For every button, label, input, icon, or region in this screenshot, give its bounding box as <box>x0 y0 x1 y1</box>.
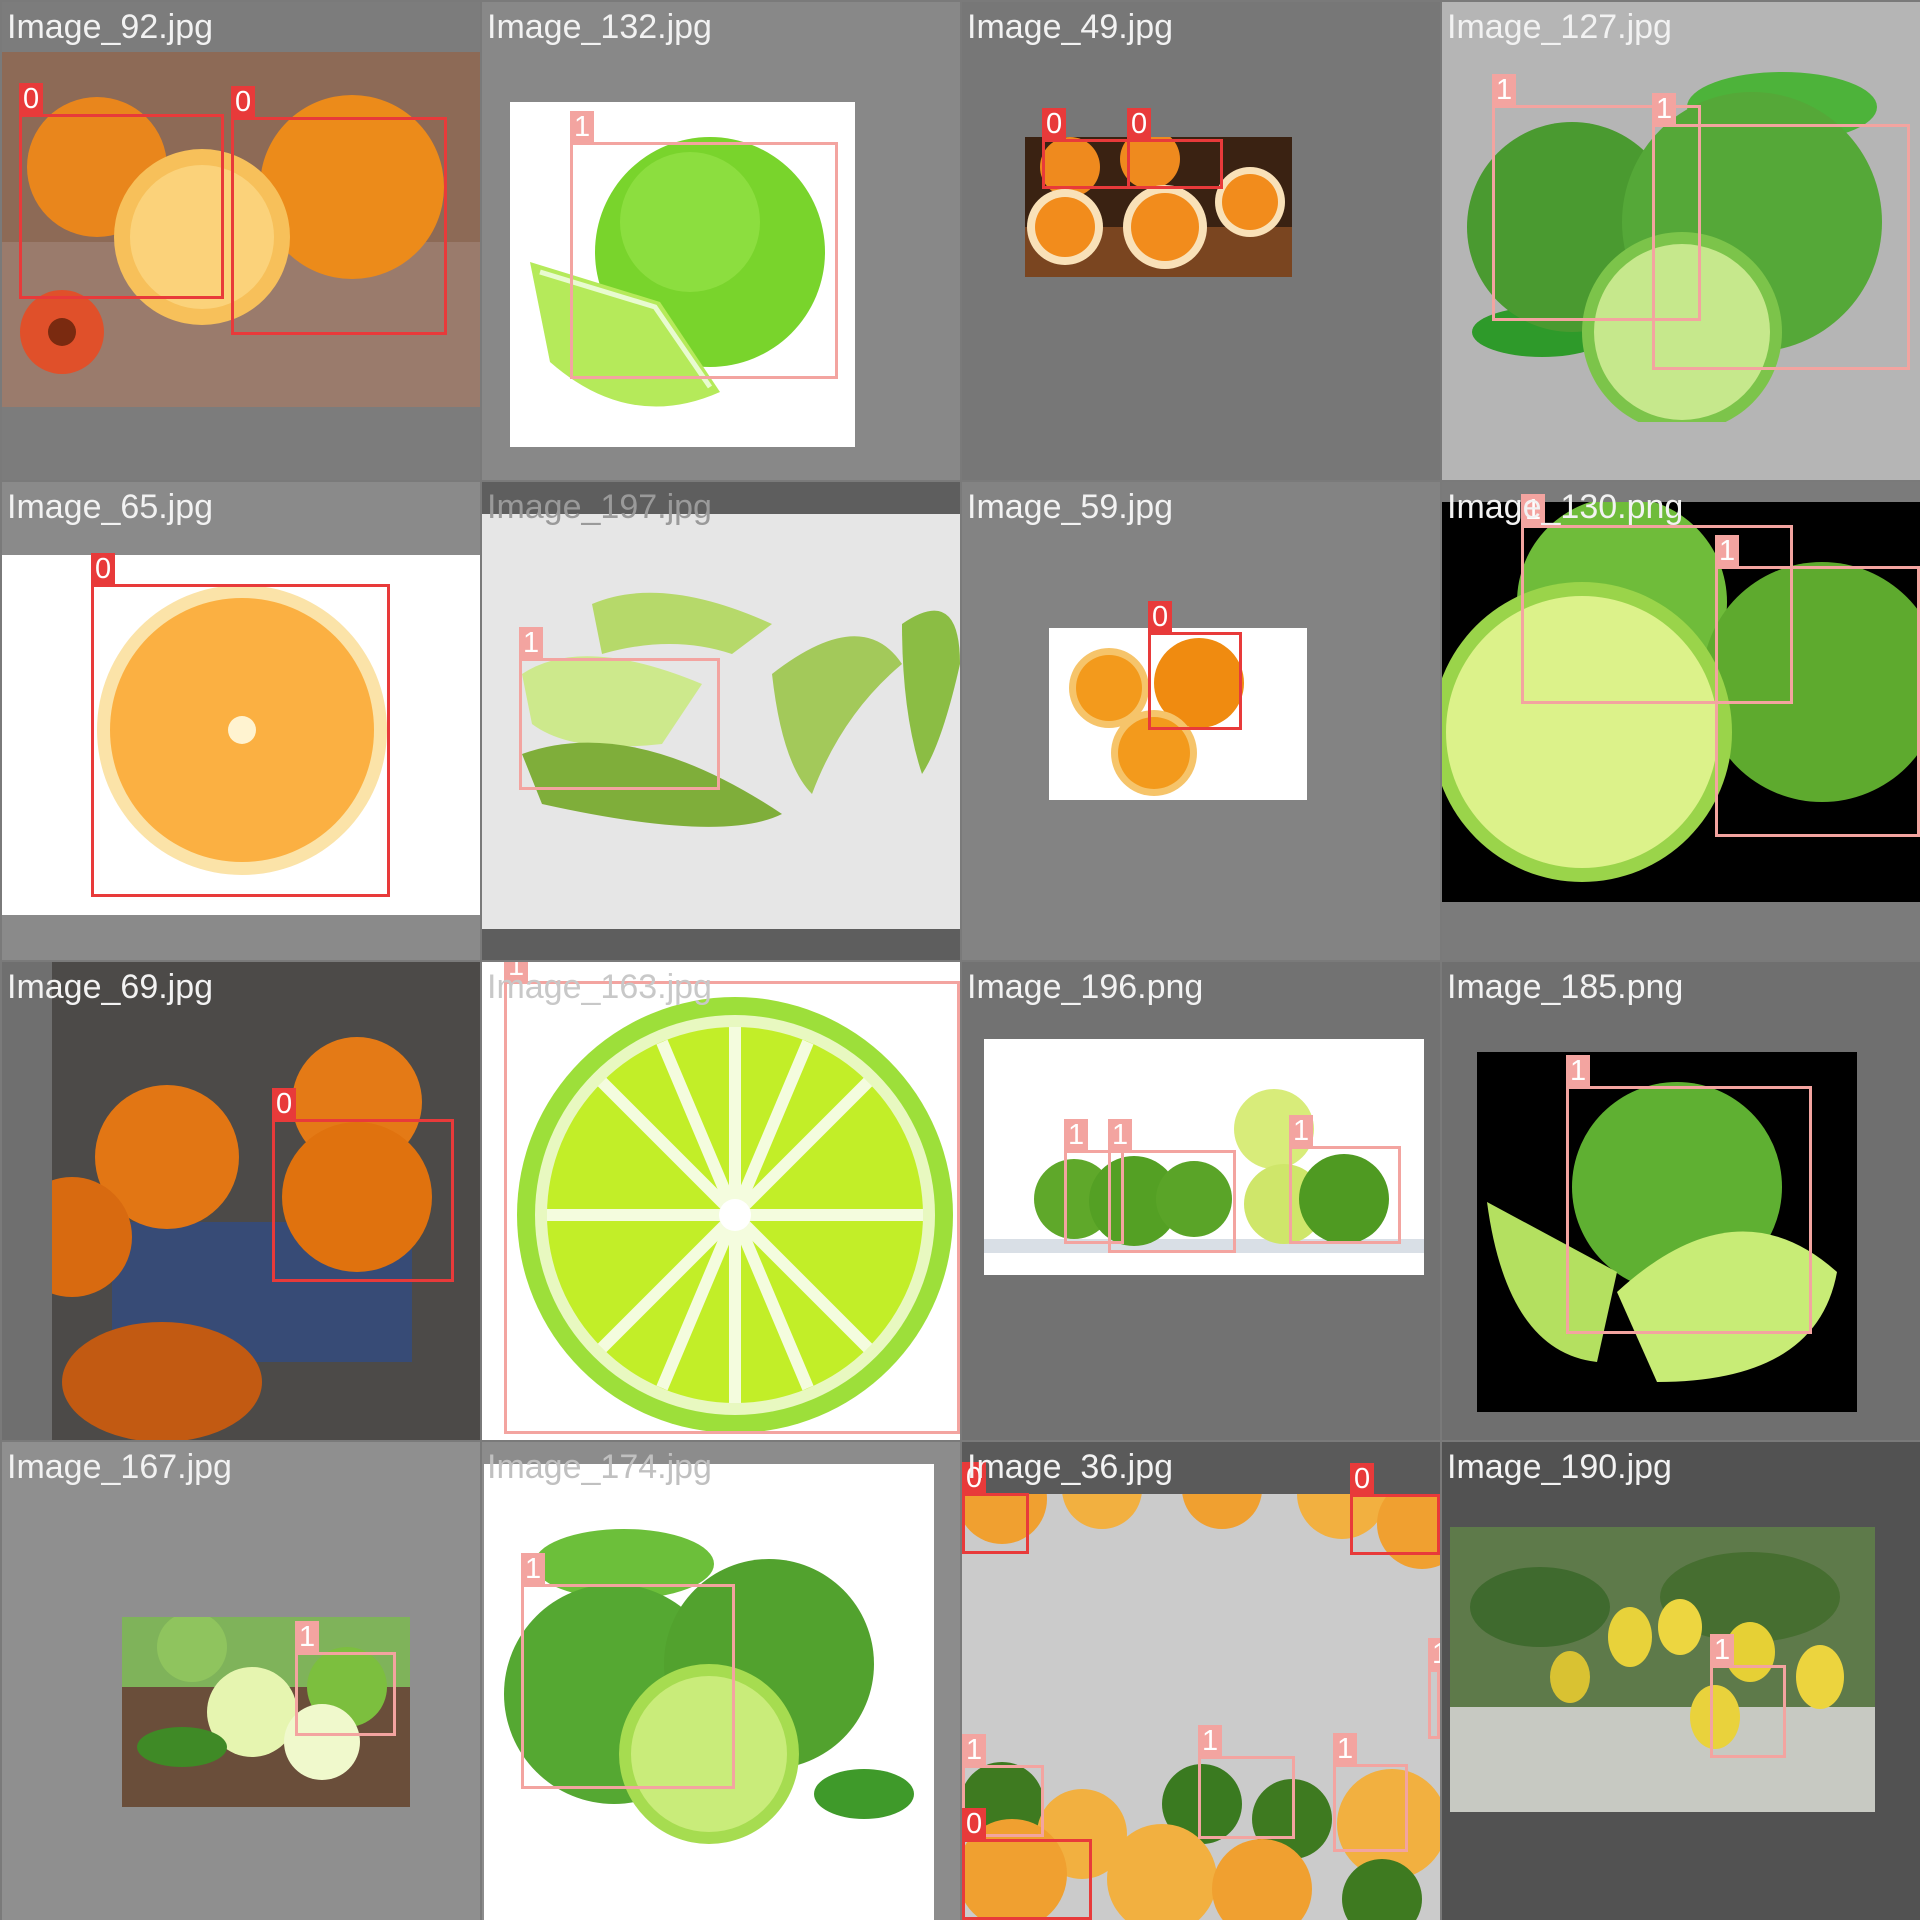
grid-tile: Image_130.png 1 1 <box>1442 482 1920 960</box>
grid-tile: Image_69.jpg 0 <box>2 962 480 1440</box>
bbox-class-label: 1 <box>1108 1119 1133 1151</box>
bounding-box: 1 <box>1289 1115 1401 1244</box>
bbox-class-label: 1 <box>1064 1119 1089 1151</box>
bbox-class-label: 1 <box>519 627 544 659</box>
grid-tile: Image_49.jpg 0 0 <box>962 2 1440 480</box>
bbox-class-label: 1 <box>1566 1055 1591 1087</box>
bbox-class-label: 1 <box>295 1621 320 1653</box>
grid-tile: Image_92.jpg 0 0 <box>2 2 480 480</box>
bounding-box: 1 <box>1715 535 1920 837</box>
bounding-box: 0 <box>272 1088 454 1282</box>
grid-tile: Image_132.jpg 1 <box>482 2 960 480</box>
image-filename: Image_130.png <box>1447 488 1684 526</box>
bbox-class-label: 1 <box>1333 1733 1358 1765</box>
bbox-class-label: 0 <box>1350 1463 1375 1495</box>
bbox-class-label: 1 <box>1715 535 1740 567</box>
image-filename: Image_69.jpg <box>7 968 214 1006</box>
bounding-box: 0 <box>962 1462 1029 1554</box>
grid-tile: Image_167.jpg 1 <box>2 1442 480 1920</box>
bounding-box: 1 <box>1428 1638 1440 1739</box>
grid-tile: Image_65.jpg 0 <box>2 482 480 960</box>
image-filename: Image_36.jpg <box>967 1448 1174 1486</box>
image-filename: Image_190.jpg <box>1447 1448 1672 1486</box>
bbox-class-label: 0 <box>1148 601 1173 633</box>
image-filename: Image_65.jpg <box>7 488 214 526</box>
image-filename: Image_92.jpg <box>7 8 214 46</box>
image-grid: Image_92.jpg 0 0 Image_132.jpg 1 Image_4… <box>0 0 1920 1920</box>
bounding-box: 1 <box>519 627 720 790</box>
bounding-box: 1 <box>1333 1733 1408 1852</box>
bounding-box: 1 <box>1710 1634 1786 1758</box>
bbox-class-label: 1 <box>570 111 595 143</box>
bounding-box: 0 <box>231 86 447 335</box>
bounding-box: 1 <box>295 1621 396 1736</box>
bounding-box: 0 <box>1148 601 1242 730</box>
bbox-class-label: 0 <box>1042 108 1067 140</box>
grid-tile: Image_36.jpg 0 0 1 1 1 0 <box>962 1442 1440 1920</box>
bbox-class-label: 1 <box>1492 74 1517 106</box>
bounding-box: 0 <box>962 1808 1092 1920</box>
grid-tile: Image_163.jpg 1 <box>482 962 960 1440</box>
bounding-box: 1 <box>521 1553 735 1789</box>
photo-lemon-tree <box>1450 1527 1875 1812</box>
bbox-class-label: 1 <box>1710 1634 1735 1666</box>
grid-tile: Image_185.png 1 <box>1442 962 1920 1440</box>
bbox-class-label: 1 <box>521 1553 546 1585</box>
bbox-class-label: 1 <box>1428 1638 1440 1670</box>
bbox-class-label: 1 <box>1289 1115 1314 1147</box>
bounding-box: 1 <box>1566 1055 1812 1334</box>
grid-tile: Image_59.jpg 0 <box>962 482 1440 960</box>
image-filename: Image_132.jpg <box>487 8 712 46</box>
image-filename: Image_49.jpg <box>967 8 1174 46</box>
bounding-box: 0 <box>1042 108 1130 189</box>
bounding-box: 1 <box>1108 1119 1236 1253</box>
bounding-box: 0 <box>1127 108 1223 189</box>
grid-tile: Image_197.jpg 1 <box>482 482 960 960</box>
image-filename: Image_196.png <box>967 968 1204 1006</box>
bounding-box: 0 <box>91 553 390 897</box>
bbox-class-label: 0 <box>19 83 44 115</box>
bounding-box: 0 <box>1350 1463 1440 1555</box>
bbox-class-label: 0 <box>962 1808 987 1840</box>
image-filename: Image_59.jpg <box>967 488 1174 526</box>
grid-tile: Image_174.jpg 1 <box>482 1442 960 1920</box>
bounding-box: 0 <box>19 83 224 299</box>
grid-tile: Image_190.jpg 1 <box>1442 1442 1920 1920</box>
image-filename: Image_197.jpg <box>487 488 712 526</box>
bbox-class-label: 1 <box>1652 93 1677 125</box>
image-filename: Image_167.jpg <box>7 1448 232 1486</box>
grid-tile: Image_196.png 1 1 1 <box>962 962 1440 1440</box>
bbox-class-label: 0 <box>272 1088 297 1120</box>
bbox-class-label: 0 <box>91 553 116 585</box>
bbox-class-label: 1 <box>1198 1725 1223 1757</box>
bbox-class-label: 0 <box>1127 108 1152 140</box>
bounding-box: 1 <box>1652 93 1910 370</box>
bounding-box: 1 <box>570 111 838 379</box>
bounding-box: 1 <box>1198 1725 1295 1839</box>
image-filename: Image_174.jpg <box>487 1448 712 1486</box>
grid-tile: Image_127.jpg 1 1 <box>1442 2 1920 480</box>
bounding-box: 1 <box>504 962 960 1434</box>
image-filename: Image_163.jpg <box>487 968 712 1006</box>
image-filename: Image_127.jpg <box>1447 8 1672 46</box>
image-filename: Image_185.png <box>1447 968 1684 1006</box>
bbox-class-label: 1 <box>962 1734 987 1766</box>
bbox-class-label: 0 <box>231 86 256 118</box>
